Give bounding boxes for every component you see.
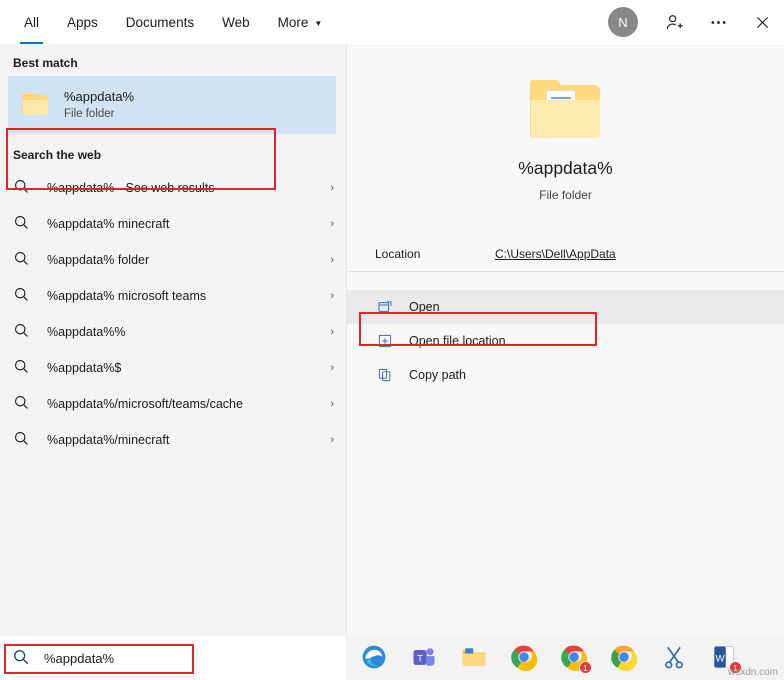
snipping-tool-icon[interactable] [660,643,690,673]
tab-documents-label: Documents [125,14,195,30]
svg-text:W: W [716,653,726,664]
ellipsis-icon[interactable] [696,0,740,44]
web-result-label: %appdata% microsoft teams [47,289,207,303]
web-result-label: %appdata%$ [47,361,122,375]
web-result-1[interactable]: %appdata% minecraft › [0,206,346,242]
watermark: wsxdn.com [727,667,778,678]
preview-subtitle: File folder [539,188,592,202]
preview-title: %appdata% [518,158,613,178]
web-result-3[interactable]: %appdata% microsoft teams › [0,278,346,314]
tab-apps[interactable]: Apps [53,0,112,44]
tab-all-label: All [24,14,40,30]
folder-icon [529,80,602,140]
tab-apps-label: Apps [67,14,98,30]
search-icon [13,322,33,342]
chevron-right-icon: › [330,182,334,194]
location-label: Location [375,246,421,261]
action-open-file-location[interactable]: Open file location [347,324,784,358]
action-copy-path-label: Copy path [409,368,466,382]
best-match-heading: Best match [13,56,78,70]
tab-web[interactable]: Web [208,0,264,44]
search-input[interactable] [44,650,294,666]
web-result-7[interactable]: %appdata%/minecraft › [0,422,346,458]
location-value[interactable]: C:\Users\Dell\AppData [495,247,616,261]
search-icon [13,286,33,306]
results-list-panel: Best match %appdata% File folder Search … [0,44,346,636]
tab-web-label: Web [222,14,250,30]
preview-actions: Open Open file location Copy path [347,290,784,392]
web-results-list: %appdata% - See web results › %appdata% … [0,170,346,458]
search-web-heading: Search the web [13,148,102,162]
open-window-icon [375,297,395,317]
avatar-initial: N [618,14,628,30]
action-open-label: Open [409,300,440,314]
web-result-label: %appdata%/microsoft/teams/cache [47,397,243,411]
teams-icon[interactable]: T [410,643,440,673]
edge-icon[interactable] [360,643,390,673]
search-filter-bar: All Apps Documents Web More ▼ N [0,0,784,44]
search-icon [13,178,33,198]
chevron-down-icon: ▼ [314,18,323,28]
file-explorer-icon[interactable] [460,643,490,673]
action-open-file-location-label: Open file location [409,334,506,348]
folder-open-icon [375,331,395,351]
chevron-right-icon: › [330,218,334,230]
close-icon[interactable] [740,0,784,44]
best-match-result[interactable]: %appdata% File folder [8,76,336,134]
svg-text:T: T [417,653,423,664]
chevron-right-icon: › [330,254,334,266]
topbar-right-group: N [608,0,784,44]
tab-more-label: More [277,14,309,30]
web-result-label: %appdata% folder [47,253,150,267]
preview-panel: %appdata% File folder Location C:\Users\… [346,44,784,636]
chrome-notification-icon[interactable]: 1 [560,643,592,674]
web-result-5[interactable]: %appdata%$ › [0,350,346,386]
tab-more[interactable]: More ▼ [264,0,337,44]
search-icon [13,358,33,378]
taskbar-tray: T 1 W 1 [346,636,784,680]
notification-badge: 1 [579,661,592,674]
chevron-right-icon: › [330,434,334,446]
chrome-canary-icon[interactable] [610,643,640,673]
taskbar-search-box[interactable] [0,636,346,680]
folder-icon [22,93,50,117]
web-result-6[interactable]: %appdata%/microsoft/teams/cache › [0,386,346,422]
chevron-right-icon: › [330,362,334,374]
best-match-text: %appdata% File folder [64,89,134,122]
web-result-4[interactable]: %appdata%% › [0,314,346,350]
best-match-title: %appdata% [64,88,135,104]
action-open[interactable]: Open [347,290,784,324]
copy-icon [375,365,395,385]
chevron-right-icon: › [330,290,334,302]
tab-all[interactable]: All [10,0,53,44]
person-add-icon[interactable] [652,0,696,44]
filter-tabs: All Apps Documents Web More ▼ [10,0,336,44]
location-row: Location C:\Users\Dell\AppData [347,236,784,272]
web-result-label: %appdata%% [47,325,126,339]
search-icon [13,214,33,234]
web-result-label: %appdata%/minecraft [47,433,170,447]
best-match-subtitle: File folder [64,107,115,120]
web-result-label: %appdata% minecraft [47,217,170,231]
search-icon [13,394,33,414]
tab-documents[interactable]: Documents [112,0,208,44]
web-result-label: %appdata% - See web results [47,181,215,195]
action-copy-path[interactable]: Copy path [347,358,784,392]
preview-header: %appdata% File folder [347,44,784,202]
search-icon [13,430,33,450]
chevron-right-icon: › [330,326,334,338]
search-results-area: Best match %appdata% File folder Search … [0,44,784,636]
search-icon [13,250,33,270]
web-result-2[interactable]: %appdata% folder › [0,242,346,278]
avatar[interactable]: N [608,7,638,37]
search-icon [12,648,32,668]
chevron-right-icon: › [330,398,334,410]
windows-search-screen: All Apps Documents Web More ▼ N Best mat… [0,0,784,680]
chrome-icon[interactable] [510,643,540,673]
web-result-0[interactable]: %appdata% - See web results › [0,170,346,206]
